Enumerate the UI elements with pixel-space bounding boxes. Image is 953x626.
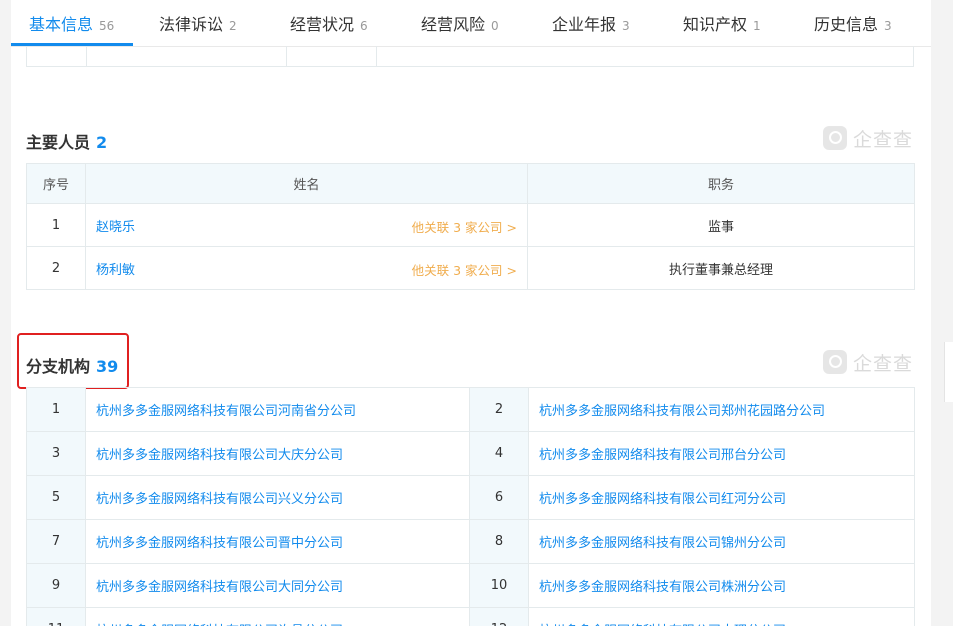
table-row: 7 杭州多多金服网络科技有限公司晋中分公司 8 杭州多多金服网络科技有限公司锦州… [26,519,915,564]
table-row: 1 杭州多多金服网络科技有限公司河南省分公司 2 杭州多多金服网络科技有限公司郑… [26,387,915,432]
row-index: 3 [26,431,86,476]
related-companies-link[interactable]: 他关联 3 家公司 > [412,260,517,279]
side-panel-edge [944,342,953,402]
tab-ip[interactable]: 知识产权 1 [683,0,761,46]
row-index: 9 [26,563,86,608]
personnel-count: 2 [96,133,108,152]
branch-name-link[interactable]: 杭州多多金服网络科技有限公司红河分公司 [528,475,915,520]
row-index: 11 [26,607,86,626]
row-index: 10 [469,563,529,608]
tab-count: 2 [229,19,237,33]
tab-basic-info[interactable]: 基本信息 56 [29,0,114,46]
tab-annual-report[interactable]: 企业年报 3 [552,0,630,46]
branch-name-link[interactable]: 杭州多多金服网络科技有限公司大理分公司 [528,607,915,626]
tab-bar: 基本信息 56 法律诉讼 2 经营状况 6 经营风险 0 企业年报 3 知识产权 1 历史信… [11,0,931,47]
tab-risk[interactable]: 经营风险 0 [421,0,499,46]
related-companies-link[interactable]: 他关联 3 家公司 > [412,217,517,236]
row-index: 12 [469,607,529,626]
person-position: 监事 [527,203,915,247]
branch-name-link[interactable]: 杭州多多金服网络科技有限公司邢台分公司 [528,431,915,476]
tab-litigation[interactable]: 法律诉讼 2 [159,0,237,46]
previous-table-remnant [26,46,914,67]
row-index: 1 [26,387,86,432]
table-row: 11 杭州多多金服网络科技有限公司许昌分公司 12 杭州多多金服网络科技有限公司… [26,607,915,626]
qichacha-logo-icon [823,126,847,150]
row-index: 1 [26,203,86,247]
row-index: 2 [469,387,529,432]
branch-name-link[interactable]: 杭州多多金服网络科技有限公司大庆分公司 [85,431,470,476]
branch-name-link[interactable]: 杭州多多金服网络科技有限公司株洲分公司 [528,563,915,608]
row-index: 2 [26,246,86,290]
tab-count: 1 [753,19,761,33]
branch-name-link[interactable]: 杭州多多金服网络科技有限公司晋中分公司 [85,519,470,564]
row-index: 5 [26,475,86,520]
tab-count: 0 [491,19,499,33]
col-header-index: 序号 [26,163,86,204]
table-header-row: 序号 姓名 职务 [26,163,915,204]
branch-name-link[interactable]: 杭州多多金服网络科技有限公司大同分公司 [85,563,470,608]
col-header-position: 职务 [527,163,915,204]
watermark: 企查查 [823,349,913,375]
person-name-link[interactable]: 杨利敏 [96,263,135,278]
tab-operations[interactable]: 经营状况 6 [290,0,368,46]
tab-count: 56 [99,19,115,33]
table-row: 5 杭州多多金服网络科技有限公司兴义分公司 6 杭州多多金服网络科技有限公司红河… [26,475,915,520]
company-info-page: 基本信息 56 法律诉讼 2 经营状况 6 经营风险 0 企业年报 3 知识产权 1 历史信… [11,0,931,626]
tab-history[interactable]: 历史信息 3 [814,0,892,46]
watermark: 企查查 [823,125,913,151]
personnel-table: 序号 姓名 职务 1 赵晓乐 他关联 3 家公司 > 监事 2 杨利敏 他关联 3 … [26,163,915,290]
tab-count: 6 [360,19,368,33]
branches-table: 1 杭州多多金服网络科技有限公司河南省分公司 2 杭州多多金服网络科技有限公司郑… [26,387,915,626]
table-row: 9 杭州多多金服网络科技有限公司大同分公司 10 杭州多多金服网络科技有限公司株… [26,563,915,608]
col-header-name: 姓名 [85,163,528,204]
row-index: 6 [469,475,529,520]
tab-count: 3 [622,19,630,33]
tab-count: 3 [884,19,892,33]
highlight-annotation-box [17,333,129,389]
branch-name-link[interactable]: 杭州多多金服网络科技有限公司许昌分公司 [85,607,470,626]
branch-name-link[interactable]: 杭州多多金服网络科技有限公司兴义分公司 [85,475,470,520]
branch-name-link[interactable]: 杭州多多金服网络科技有限公司锦州分公司 [528,519,915,564]
personnel-section-title: 主要人员 2 [26,133,108,152]
row-index: 8 [469,519,529,564]
table-row: 3 杭州多多金服网络科技有限公司大庆分公司 4 杭州多多金服网络科技有限公司邢台… [26,431,915,476]
table-row: 2 杨利敏 他关联 3 家公司 > 执行董事兼总经理 [26,246,915,290]
branch-name-link[interactable]: 杭州多多金服网络科技有限公司河南省分公司 [85,387,470,432]
row-index: 4 [469,431,529,476]
branch-name-link[interactable]: 杭州多多金服网络科技有限公司郑州花园路分公司 [528,387,915,432]
page-gutter [931,0,953,626]
person-name-link[interactable]: 赵晓乐 [96,220,135,235]
table-row: 1 赵晓乐 他关联 3 家公司 > 监事 [26,203,915,247]
person-position: 执行董事兼总经理 [527,246,915,290]
row-index: 7 [26,519,86,564]
qichacha-logo-icon [823,350,847,374]
